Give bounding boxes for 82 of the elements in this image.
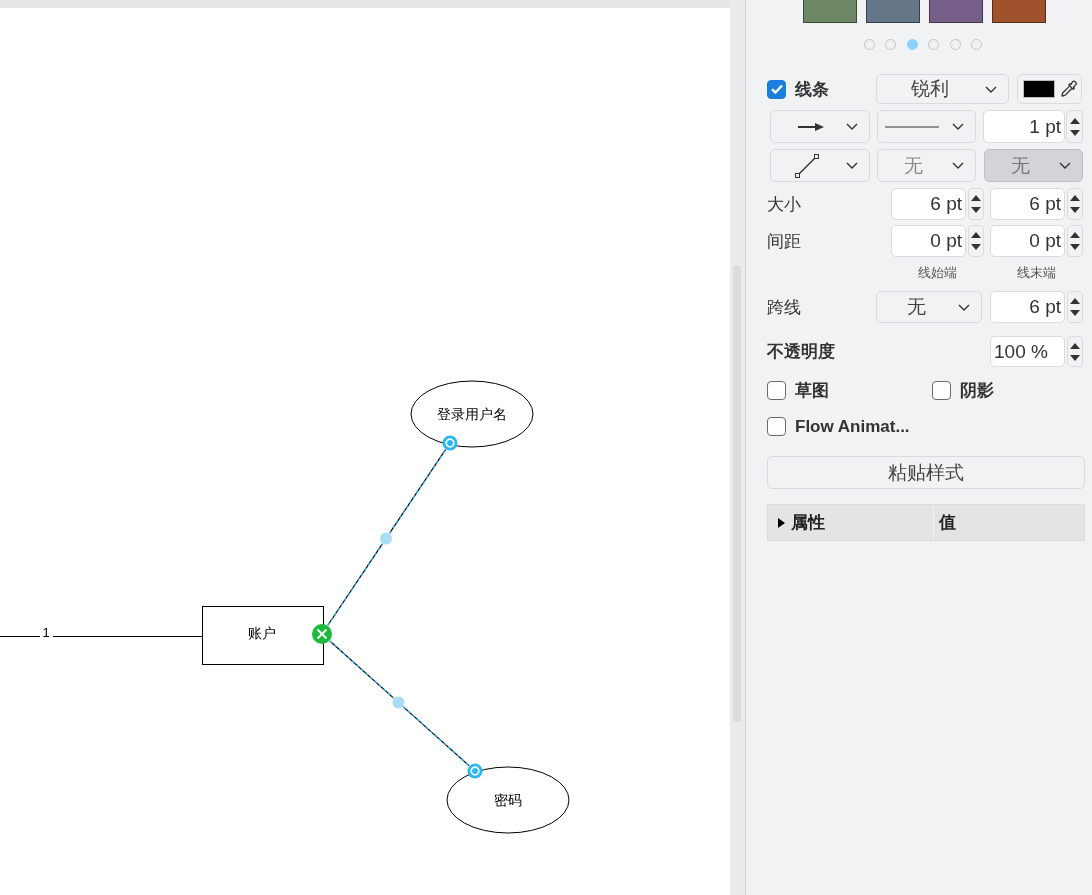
chevron-down-icon [958, 303, 970, 311]
connector-style-dropdown[interactable] [770, 110, 870, 143]
caret-down-icon [1070, 244, 1080, 250]
attribute-label: 密码 [494, 792, 522, 808]
attribute-label: 登录用户名 [437, 406, 507, 422]
number-stepper[interactable] [1067, 225, 1083, 257]
number-field[interactable]: 0 pt [891, 225, 966, 257]
endpoint-handle-icon[interactable] [467, 763, 483, 779]
attribute-ellipse[interactable] [410, 380, 534, 448]
arrow-right-icon [798, 121, 824, 132]
number-field[interactable]: 6 pt [891, 188, 966, 220]
checkbox[interactable] [767, 381, 786, 400]
caret-down-icon [1069, 129, 1080, 136]
caret-down-icon [971, 244, 981, 250]
chevron-down-icon [846, 123, 858, 130]
page-dot[interactable] [906, 38, 918, 50]
color-picker-button[interactable] [1017, 74, 1082, 104]
chevron-down-icon [985, 85, 997, 93]
caret-down-icon [1070, 354, 1080, 361]
caption-label: 线始端 [917, 264, 958, 280]
number-field[interactable]: 6 pt [990, 188, 1065, 220]
color-swatch[interactable] [866, 0, 920, 23]
diagonal-line-icon [795, 153, 819, 178]
line-jumps-dropdown[interactable]: 无 [876, 291, 982, 323]
line-style-dropdown[interactable]: 锐利 [876, 74, 1009, 104]
number-stepper[interactable] [1067, 336, 1083, 367]
number-stepper[interactable] [1067, 188, 1083, 220]
checkbox[interactable] [932, 381, 951, 400]
number-stepper[interactable] [1067, 291, 1083, 323]
number-field[interactable]: 0 pt [990, 225, 1065, 257]
size-label: 大小 [767, 193, 802, 216]
connector-line[interactable] [0, 636, 203, 637]
color-swatch[interactable] [929, 0, 983, 23]
column-header: 值 [939, 512, 956, 534]
opacity-label: 不透明度 [767, 341, 836, 363]
caret-up-icon [1069, 117, 1080, 124]
number-field[interactable]: 6 pt [990, 291, 1065, 323]
spacing-label: 间距 [767, 230, 802, 253]
attribute-ellipse[interactable] [446, 766, 570, 834]
caret-up-icon [971, 195, 981, 201]
solid-line-icon [884, 125, 939, 128]
chevron-down-icon [1059, 162, 1071, 169]
number-stepper[interactable] [1066, 110, 1083, 143]
line-jumps-label: 跨线 [767, 296, 802, 319]
midpoint-handle-icon[interactable] [380, 532, 392, 545]
color-swatch[interactable] [803, 0, 857, 23]
edge-label: 1 [42, 625, 50, 640]
triangle-right-icon[interactable] [778, 517, 785, 528]
number-stepper[interactable] [968, 225, 984, 257]
caret-down-icon [1070, 207, 1080, 213]
caret-up-icon [971, 232, 981, 238]
column-header: 属性 [791, 512, 825, 534]
entity-label: 账户 [248, 625, 276, 641]
checkbox-label: Flow Animat... [795, 416, 910, 437]
caption-label: 线末端 [1016, 264, 1057, 280]
caret-up-icon [1070, 298, 1080, 304]
eyedropper-icon [1060, 80, 1078, 98]
endpoint-handle-icon[interactable] [442, 435, 458, 451]
checkmark-icon [770, 84, 783, 94]
waypoints-dropdown[interactable] [770, 149, 870, 182]
caret-down-icon [971, 207, 981, 213]
caret-up-icon [1070, 342, 1080, 349]
chevron-down-icon [952, 162, 964, 169]
checkbox[interactable] [767, 79, 786, 99]
caret-up-icon [1070, 232, 1080, 238]
entity-box[interactable] [202, 606, 324, 665]
midpoint-handle-icon[interactable] [392, 696, 405, 709]
caret-up-icon [1070, 195, 1080, 201]
number-field[interactable]: 100 % [990, 336, 1065, 367]
checkbox[interactable] [767, 417, 786, 436]
chevron-down-icon [846, 162, 858, 169]
checkbox-label: 阴影 [960, 380, 994, 402]
checkbox-label: 草图 [795, 380, 829, 402]
number-stepper[interactable] [968, 188, 984, 220]
number-field[interactable]: 1 pt [983, 110, 1065, 143]
caret-down-icon [1070, 310, 1080, 316]
color-swatch[interactable] [992, 0, 1046, 23]
chevron-down-icon [952, 123, 964, 130]
x-circle-icon[interactable] [312, 624, 332, 644]
line-label: 线条 [795, 78, 830, 101]
paste-style-button[interactable]: 粘贴样式 [767, 456, 1085, 489]
line-pattern-dropdown[interactable] [877, 110, 976, 143]
